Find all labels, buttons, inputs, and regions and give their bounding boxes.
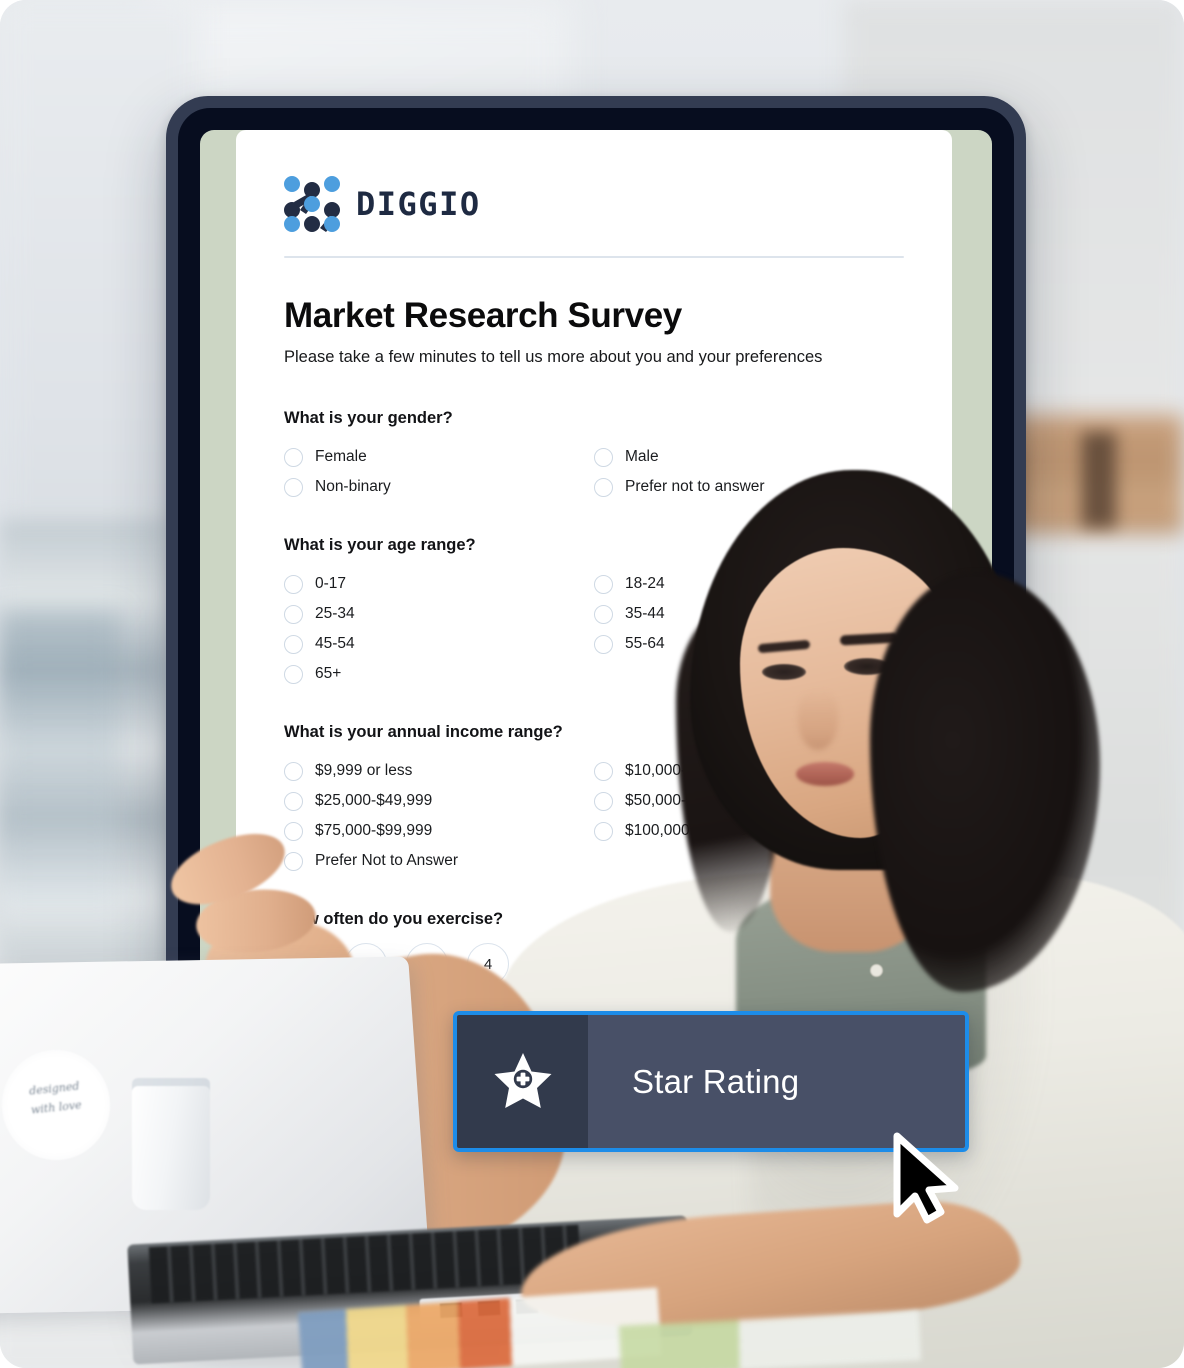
background-cabinet-slot [1082,432,1116,528]
age-options: 0-17 18-24 25-34 35-44 45-54 55-64 65+ [284,569,904,689]
option-age-45-54[interactable]: 45-54 [284,629,594,659]
option-age-65-plus[interactable]: 65+ [284,659,594,689]
option-label: Male [625,448,659,465]
option-age-35-44[interactable]: 35-44 [594,599,904,629]
question-gender: What is your gender? Female Male Non-bin… [284,409,904,502]
star-plus-icon [494,1052,551,1108]
radio-icon[interactable] [284,821,303,841]
option-label: $9,999 or less [315,762,413,779]
question-label: What is your gender? [284,409,453,427]
background-bookshelf-books [0,610,120,910]
option-label: 45-54 [315,635,355,652]
star-rating-widget-card[interactable]: Star Rating [453,1011,969,1152]
radio-icon[interactable] [594,761,613,781]
radio-icon[interactable] [284,761,303,781]
option-age-18-24[interactable]: 18-24 [594,569,904,599]
radio-icon[interactable] [284,851,303,871]
scale-option-5[interactable]: 5 [528,943,570,985]
brand-header: DIGGIO [284,174,904,234]
option-age-25-34[interactable]: 25-34 [284,599,594,629]
page-subtitle: Please take a few minutes to tell us mor… [284,348,823,366]
option-income-75k-100k[interactable]: $75,000-$99,999 [284,816,594,846]
radio-icon[interactable] [594,477,613,497]
question-label: What is your annual income range? [284,723,563,741]
question-label: What is your age range? [284,536,476,554]
radio-icon[interactable] [284,791,303,811]
question-age-range: What is your age range? 0-17 18-24 25-34… [284,536,904,689]
option-income-under-10k[interactable]: $9,999 or less [284,756,594,786]
option-label: $100,000 or more [625,822,748,839]
option-label: Prefer Not to Answer [315,852,459,869]
option-age-0-17[interactable]: 0-17 [284,569,594,599]
option-label: 65+ [315,665,342,682]
screenshot-scene: DIGGIO Market Research Survey Please tak… [0,0,1184,1368]
radio-icon[interactable] [594,791,613,811]
diggio-dot-grid-logo-icon [284,176,340,232]
coffee-mug [132,1078,210,1210]
option-gender-prefer-not[interactable]: Prefer not to answer [594,472,904,502]
star-rating-label-panel: Star Rating [588,1015,965,1148]
radio-icon[interactable] [594,574,613,594]
option-label: Prefer not to answer [625,478,765,495]
option-label: $10,000-$24,999 [625,762,743,779]
option-label: $25,000-$49,999 [315,792,433,809]
option-income-50k-75k[interactable]: $50,000-$74,999 [594,786,904,816]
radio-icon[interactable] [284,477,303,497]
scale-option-6[interactable]: 6 [589,943,631,985]
radio-icon[interactable] [284,604,303,624]
radio-icon[interactable] [594,821,613,841]
header-divider [284,256,904,258]
option-label: 35-44 [625,605,665,622]
question-income-range: What is your annual income range? $9,999… [284,723,904,876]
option-label: 0-17 [315,575,347,592]
option-label: Female [315,448,367,465]
option-age-55-64[interactable]: 55-64 [594,629,904,659]
option-income-prefer-not[interactable]: Prefer Not to Answer [284,846,594,876]
brand-wordmark: DIGGIO [356,185,481,223]
radio-icon[interactable] [284,447,303,467]
radio-icon[interactable] [594,604,613,624]
income-options: $9,999 or less $10,000-$24,999 $25,000-$… [284,756,904,876]
option-income-100k-plus[interactable]: $100,000 or more [594,816,904,846]
option-label: 25-34 [315,605,355,622]
option-gender-male[interactable]: Male [594,442,904,472]
option-income-10k-25k[interactable]: $10,000-$24,999 [594,756,904,786]
scale-option-7[interactable]: 7 [650,943,692,985]
star-rating-icon-panel [457,1015,588,1148]
option-label: Non-binary [315,478,391,495]
radio-icon[interactable] [284,574,303,594]
radio-icon[interactable] [284,634,303,654]
scale-option-8[interactable]: 8 [711,943,753,985]
option-gender-nonbinary[interactable]: Non-binary [284,472,594,502]
option-label: 55-64 [625,635,665,652]
radio-icon[interactable] [594,634,613,654]
option-label: $75,000-$99,999 [315,822,433,839]
star-rating-label: Star Rating [632,1062,800,1100]
radio-icon[interactable] [284,664,303,684]
page-title: Market Research Survey [284,296,682,335]
question-label: How often do you exercise? [284,910,504,928]
option-income-25k-50k[interactable]: $25,000-$49,999 [284,786,594,816]
option-label: 18-24 [625,575,665,592]
option-gender-female[interactable]: Female [284,442,594,472]
option-label: $50,000-$74,999 [625,792,743,809]
radio-icon[interactable] [594,447,613,467]
gender-options: Female Male Non-binary Prefer not to ans… [284,442,904,502]
